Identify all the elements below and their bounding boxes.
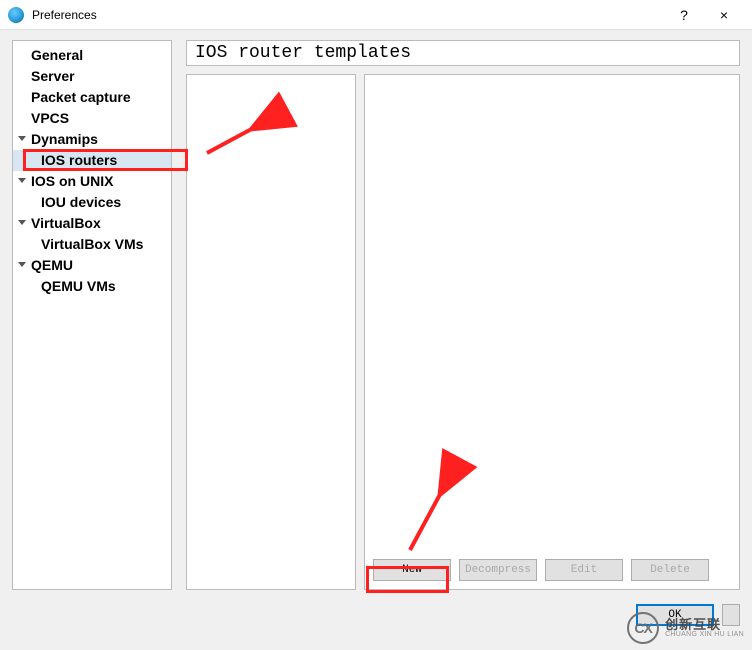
sidebar-item-iou-devices[interactable]: IOU devices	[13, 192, 171, 213]
button-row: New Decompress Edit Delete	[365, 553, 739, 589]
titlebar: Preferences ? ×	[0, 0, 752, 30]
sidebar-item-qemu[interactable]: QEMU	[13, 255, 171, 276]
content-area: GeneralServerPacket captureVPCSDynamipsI…	[0, 30, 752, 598]
panes-row: New Decompress Edit Delete	[186, 74, 740, 590]
sidebar-item-packet-capture[interactable]: Packet capture	[13, 87, 171, 108]
sidebar-item-vpcs[interactable]: VPCS	[13, 108, 171, 129]
sidebar-item-general[interactable]: General	[13, 45, 171, 66]
sidebar-item-ios-on-unix[interactable]: IOS on UNIX	[13, 171, 171, 192]
template-list[interactable]	[186, 74, 356, 590]
edit-button[interactable]: Edit	[545, 559, 623, 581]
decompress-button[interactable]: Decompress	[459, 559, 537, 581]
main-pane: IOS router templates New Decompress Edit…	[186, 40, 740, 590]
detail-content	[365, 75, 739, 553]
new-button[interactable]: New	[373, 559, 451, 581]
watermark: CX 创新互联 CHUANG XIN HU LIAN	[627, 612, 744, 644]
sidebar-item-ios-routers[interactable]: IOS routers	[13, 150, 171, 171]
sidebar-item-qemu-vms[interactable]: QEMU VMs	[13, 276, 171, 297]
delete-button[interactable]: Delete	[631, 559, 709, 581]
detail-pane: New Decompress Edit Delete	[364, 74, 740, 590]
app-icon	[8, 7, 24, 23]
sidebar-item-virtualbox-vms[interactable]: VirtualBox VMs	[13, 234, 171, 255]
window-title: Preferences	[32, 8, 664, 22]
help-button[interactable]: ?	[664, 1, 704, 29]
watermark-text-en: CHUANG XIN HU LIAN	[665, 631, 744, 638]
watermark-text-cn: 创新互联	[665, 618, 744, 631]
sidebar-tree[interactable]: GeneralServerPacket captureVPCSDynamipsI…	[12, 40, 172, 590]
sidebar-item-virtualbox[interactable]: VirtualBox	[13, 213, 171, 234]
sidebar-item-server[interactable]: Server	[13, 66, 171, 87]
close-button[interactable]: ×	[704, 1, 744, 29]
watermark-logo-icon: CX	[627, 612, 659, 644]
sidebar-item-dynamips[interactable]: Dynamips	[13, 129, 171, 150]
page-title: IOS router templates	[186, 40, 740, 66]
